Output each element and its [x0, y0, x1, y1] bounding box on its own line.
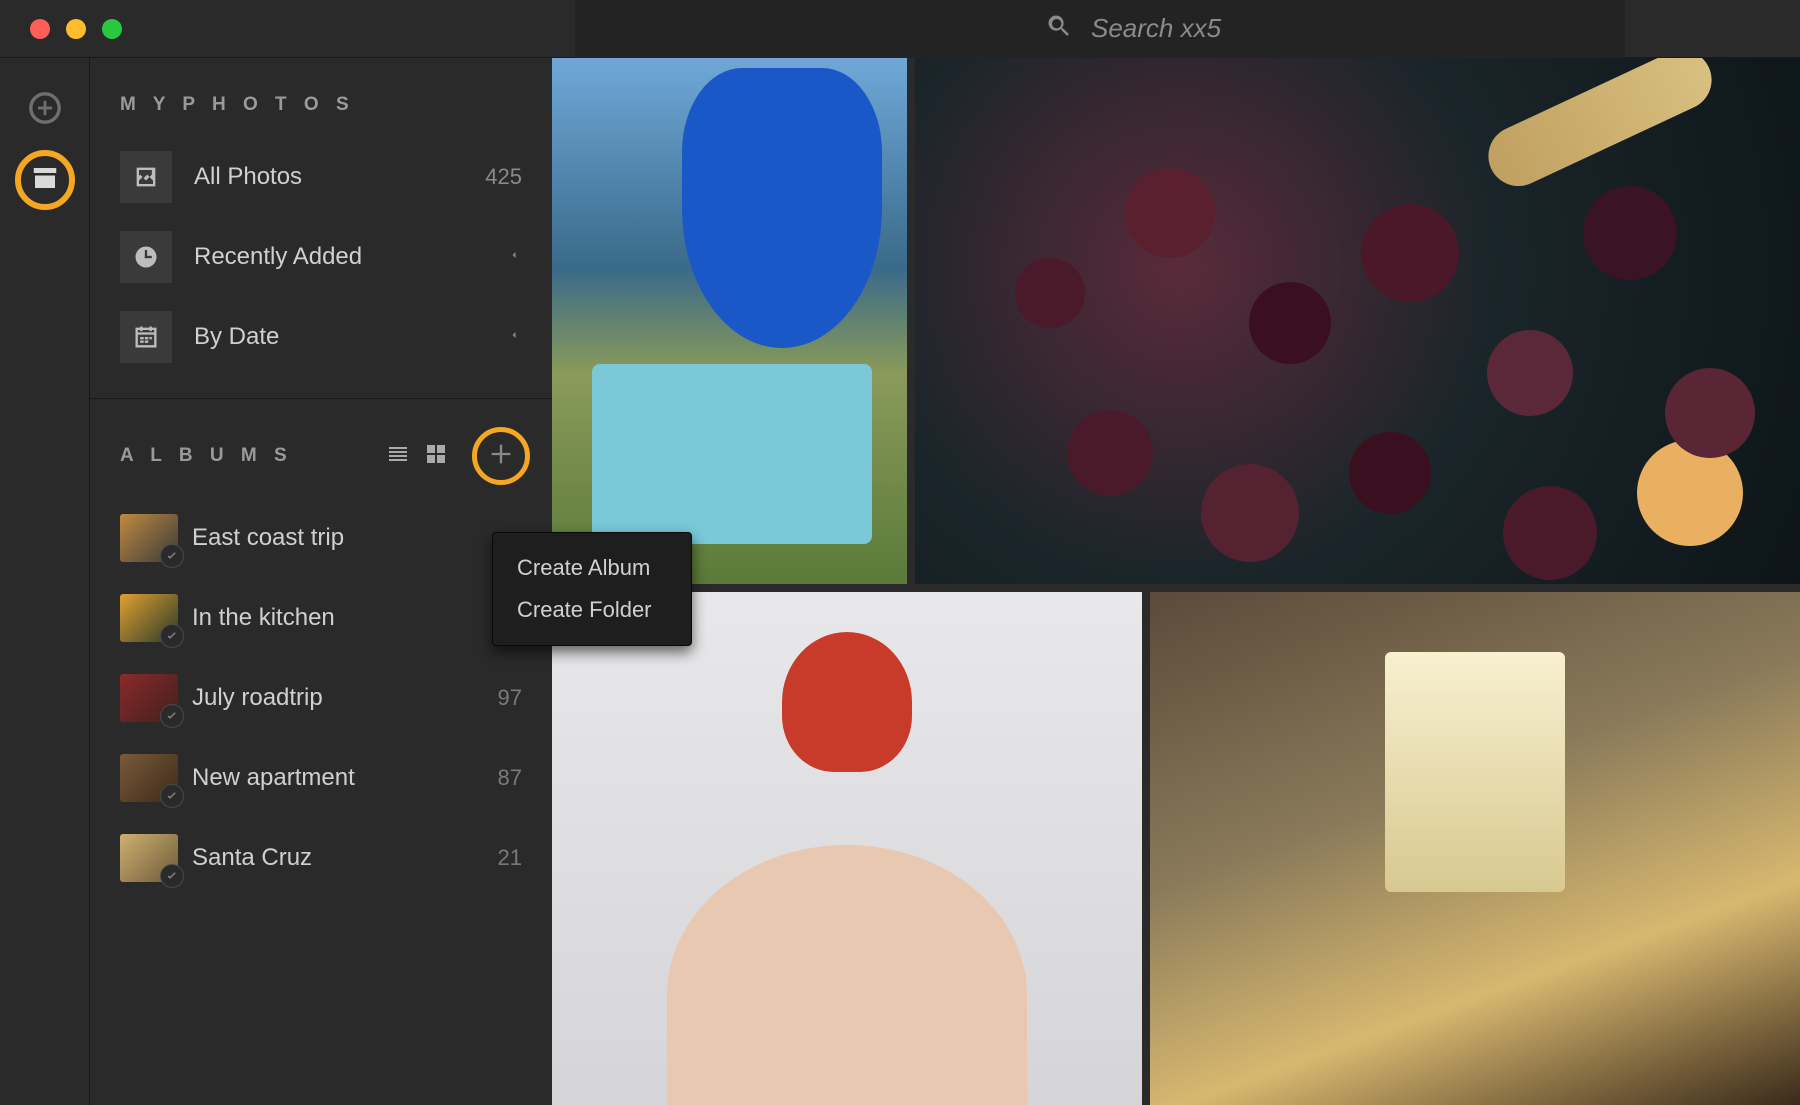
album-thumbnail: [120, 834, 178, 882]
create-menu: Create Album Create Folder: [492, 532, 692, 646]
add-button[interactable]: [25, 88, 65, 128]
titlebar: [0, 0, 1800, 58]
album-thumbnail: [120, 754, 178, 802]
album-count: 21: [498, 845, 522, 871]
calendar-icon: [120, 311, 172, 363]
window-controls: [30, 19, 122, 39]
minimize-window-button[interactable]: [66, 19, 86, 39]
album-label: July roadtrip: [192, 684, 498, 712]
divider: [90, 398, 552, 399]
chevron-left-icon: [508, 328, 520, 347]
album-label: In the kitchen: [192, 604, 498, 632]
search-icon: [1045, 12, 1073, 45]
left-rail: [0, 58, 90, 1105]
sidebar: M Y P H O T O S All Photos 425 Recently …: [90, 58, 552, 1105]
album-label: East coast trip: [192, 524, 522, 552]
album-item[interactable]: East coast trip: [120, 509, 530, 567]
chevron-left-icon: [508, 248, 520, 267]
album-count: 87: [498, 765, 522, 791]
album-item[interactable]: In the kitchen 14: [120, 589, 530, 647]
sidebar-item-label: Recently Added: [194, 243, 508, 271]
add-album-button-highlight: [472, 427, 530, 485]
menu-item-create-album[interactable]: Create Album: [493, 547, 691, 589]
album-thumbnail: [120, 594, 178, 642]
search-input[interactable]: [1091, 13, 1491, 44]
sidebar-item-label: All Photos: [194, 163, 485, 191]
photo-thumbnail[interactable]: [1150, 592, 1800, 1105]
album-item[interactable]: July roadtrip 97: [120, 669, 530, 727]
grid-view-icon[interactable]: [424, 442, 448, 471]
sidebar-item-count: 425: [485, 164, 522, 190]
clock-icon: [120, 231, 172, 283]
album-label: Santa Cruz: [192, 844, 498, 872]
menu-item-create-folder[interactable]: Create Folder: [493, 589, 691, 631]
search-bar[interactable]: [575, 0, 1625, 58]
album-list: East coast trip In the kitchen 14 July r…: [120, 509, 530, 887]
album-item[interactable]: New apartment 87: [120, 749, 530, 807]
sidebar-item-recently-added[interactable]: Recently Added: [120, 226, 530, 288]
albums-title: A L B U M S: [120, 445, 386, 467]
image-icon: [120, 151, 172, 203]
close-window-button[interactable]: [30, 19, 50, 39]
maximize-window-button[interactable]: [102, 19, 122, 39]
photo-grid: [552, 58, 1800, 1105]
plus-icon[interactable]: [487, 440, 515, 473]
photo-thumbnail[interactable]: [552, 592, 1142, 1105]
album-thumbnail: [120, 514, 178, 562]
list-view-icon[interactable]: [386, 442, 410, 471]
album-item[interactable]: Santa Cruz 21: [120, 829, 530, 887]
sidebar-item-all-photos[interactable]: All Photos 425: [120, 146, 530, 208]
sidebar-item-by-date[interactable]: By Date: [120, 306, 530, 368]
album-label: New apartment: [192, 764, 498, 792]
sidebar-item-label: By Date: [194, 323, 508, 351]
photo-thumbnail[interactable]: [552, 58, 907, 584]
album-thumbnail: [120, 674, 178, 722]
my-photos-title: M Y P H O T O S: [120, 94, 530, 116]
archive-icon[interactable]: [30, 163, 60, 198]
archive-button-highlight: [15, 150, 75, 210]
album-count: 97: [498, 685, 522, 711]
photo-thumbnail[interactable]: [915, 58, 1800, 584]
